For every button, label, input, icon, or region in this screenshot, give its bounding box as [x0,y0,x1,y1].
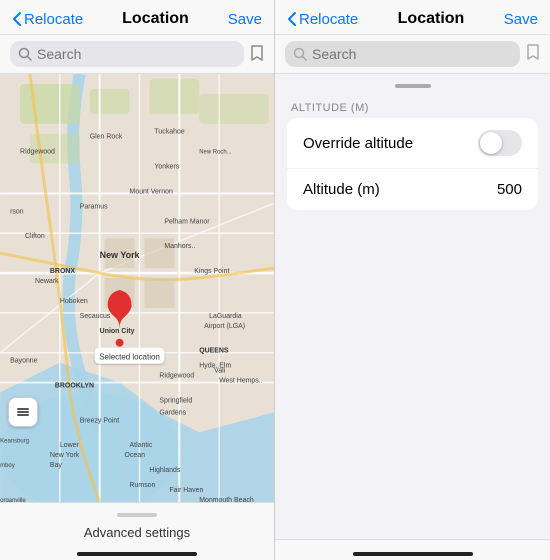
right-bottom-bar [275,539,550,560]
right-nav-title: Location [398,10,465,28]
svg-text:Paramus: Paramus [80,203,108,210]
svg-text:mboy: mboy [0,463,15,469]
svg-text:Fair Haven: Fair Haven [169,487,203,494]
altitude-label: Altitude (m) [303,181,380,198]
left-nav-title: Location [122,10,189,28]
svg-text:Glen Rock: Glen Rock [90,134,123,141]
svg-text:Lower: Lower [60,442,80,449]
svg-text:Monmouth Beach: Monmouth Beach [199,497,254,502]
svg-text:Secaucus: Secaucus [80,313,111,320]
svg-text:Ridgewood: Ridgewood [20,149,55,156]
svg-text:Ocean: Ocean [125,452,146,459]
override-altitude-row: Override altitude [287,118,538,169]
drag-handle-container [275,74,550,94]
svg-text:Clifton: Clifton [25,233,45,240]
chevron-left-icon-right [287,11,297,27]
svg-text:New Roch...: New Roch... [199,150,232,156]
svg-text:Highlands: Highlands [149,467,180,474]
right-save-button[interactable]: Save [504,11,538,28]
svg-text:BRONX: BRONX [50,268,75,275]
svg-text:LaGuardia: LaGuardia [209,313,242,320]
chevron-left-icon [12,11,22,27]
map-container[interactable]: New York Newark Hoboken Ridgewood Glen R… [0,74,274,502]
bookmark-icon [250,44,264,65]
svg-text:Gardens: Gardens [159,409,186,416]
svg-text:New York: New York [50,452,80,459]
left-bottom-bar: Advanced settings [0,502,274,560]
right-content: ALTITUDE (M) Override altitude Altitude … [275,74,550,539]
search-icon [18,47,32,61]
map-tools [8,397,38,427]
svg-text:Newark: Newark [35,278,59,285]
left-search-input[interactable] [37,46,236,62]
svg-text:Union City: Union City [100,328,135,335]
svg-text:Airport (LGA): Airport (LGA) [204,323,245,330]
right-search-bar [275,35,550,74]
home-indicator [77,552,197,556]
left-back-label: Relocate [24,11,83,28]
svg-text:Keansburg: Keansburg [0,438,29,444]
right-home-indicator [353,552,473,556]
svg-text:West Hemps..: West Hemps.. [219,378,263,385]
svg-text:Vali: Vali [214,368,226,375]
svg-text:Yonkers: Yonkers [154,164,179,171]
svg-text:organville: organville [0,498,26,502]
right-search-input[interactable] [312,46,512,62]
svg-text:Bayonne: Bayonne [10,358,38,365]
svg-text:New York: New York [100,250,140,260]
svg-text:Breezy Point: Breezy Point [80,417,119,424]
svg-text:Selected location: Selected location [99,353,160,362]
override-altitude-label: Override altitude [303,135,413,152]
svg-text:Mount Vernon: Mount Vernon [130,188,173,195]
left-back-button[interactable]: Relocate [12,11,83,28]
svg-text:Tuckahoe: Tuckahoe [154,129,184,136]
left-panel: Relocate Location Save [0,0,275,560]
map-tool-button[interactable] [8,397,38,427]
right-search-inner [285,41,520,67]
advanced-settings-label[interactable]: Advanced settings [84,525,190,540]
map-background: New York Newark Hoboken Ridgewood Glen R… [0,74,274,502]
toggle-thumb [480,132,502,154]
svg-text:Atlantic: Atlantic [130,442,153,449]
altitude-value-row: Altitude (m) 500 [287,169,538,210]
layers-icon [16,405,30,419]
svg-text:Manhors..: Manhors.. [164,243,195,250]
right-back-button[interactable]: Relocate [287,11,358,28]
svg-text:Bay: Bay [50,462,63,469]
bottom-drag-handle[interactable] [117,513,157,517]
left-save-button[interactable]: Save [228,11,262,28]
right-nav-bar: Relocate Location Save [275,0,550,35]
drag-pill[interactable] [395,84,431,88]
search-icon-right [293,47,307,61]
svg-text:rson: rson [10,208,24,215]
map-svg: New York Newark Hoboken Ridgewood Glen R… [0,74,274,502]
svg-text:Kings Point: Kings Point [194,268,229,275]
svg-text:QUEENS: QUEENS [199,348,229,355]
svg-text:BROOKLYN: BROOKLYN [55,383,94,390]
svg-text:Pelham Manor: Pelham Manor [164,218,210,225]
right-panel: Relocate Location Save ALTITUDE (M) [275,0,550,560]
altitude-value[interactable]: 500 [497,181,522,198]
svg-text:Rumson: Rumson [130,482,156,489]
altitude-section-header: ALTITUDE (M) [275,94,550,118]
left-nav-bar: Relocate Location Save [0,0,274,35]
altitude-settings-group: Override altitude Altitude (m) 500 [287,118,538,210]
left-search-bar [0,35,274,74]
override-altitude-toggle[interactable] [478,130,522,156]
left-search-inner [10,41,244,67]
bookmark-icon-right [526,43,540,66]
right-back-label: Relocate [299,11,358,28]
svg-text:Springfield: Springfield [159,397,192,404]
svg-text:Ridgewood: Ridgewood [159,373,194,380]
svg-text:Hoboken: Hoboken [60,298,88,305]
